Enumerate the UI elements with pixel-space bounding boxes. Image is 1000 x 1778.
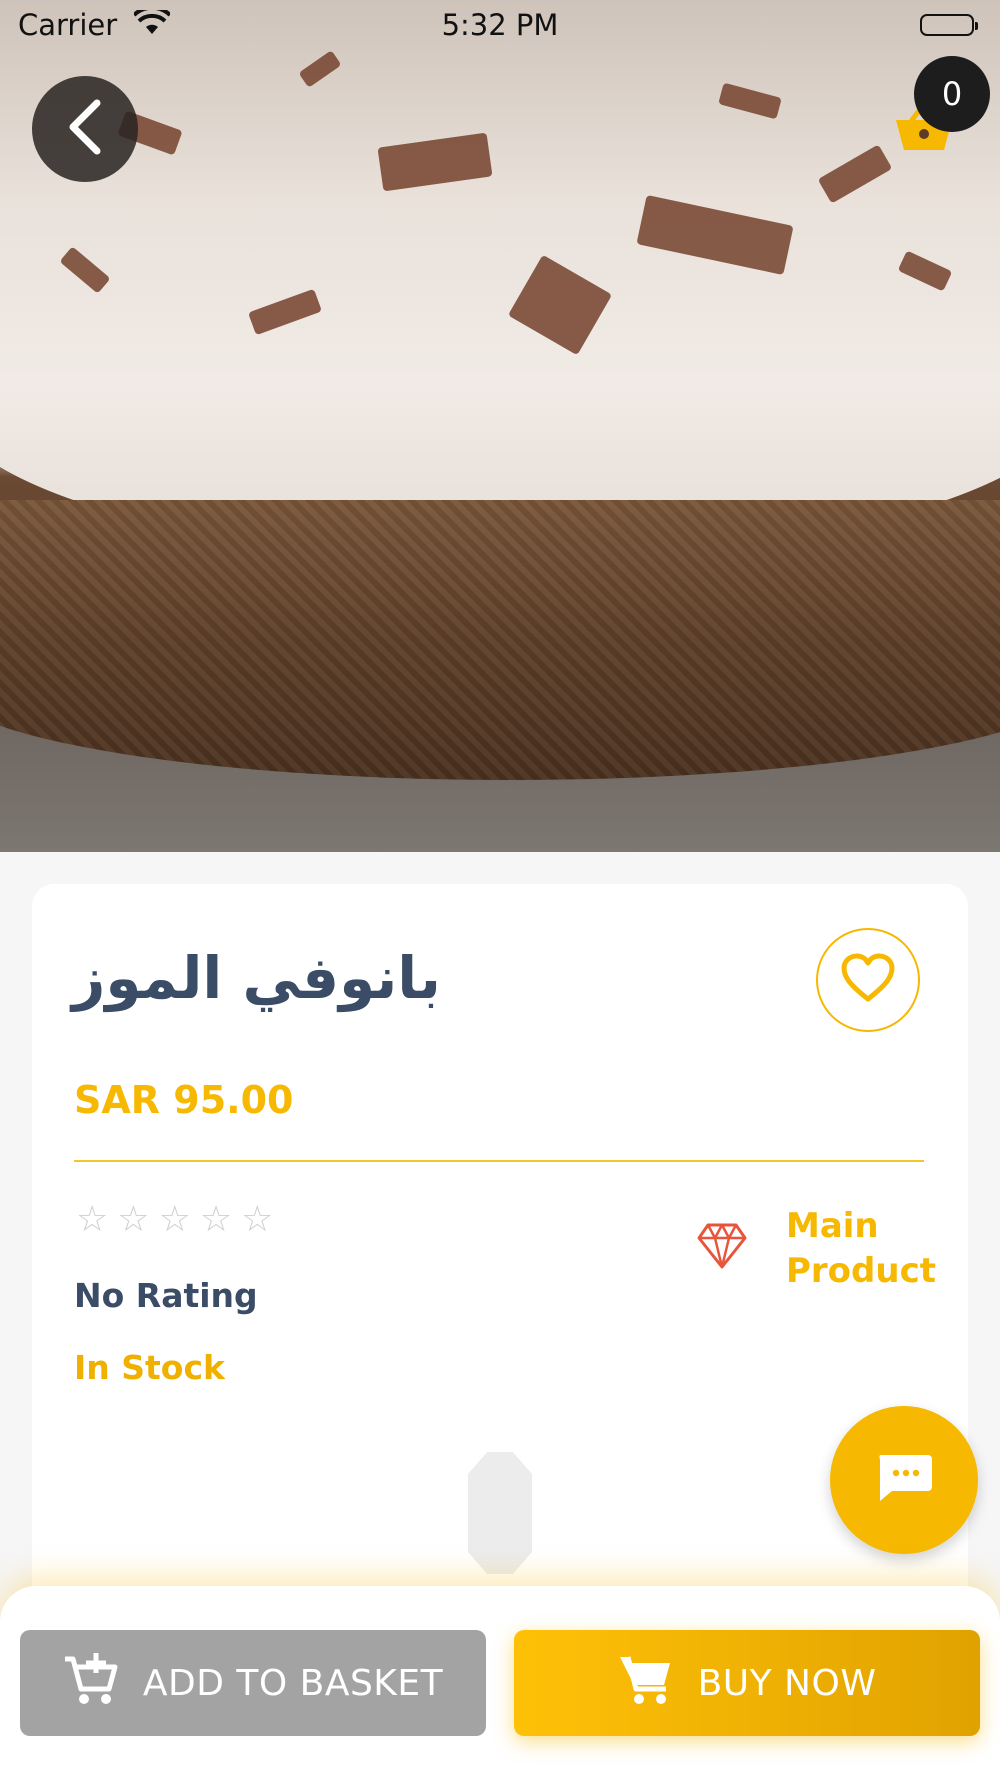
add-to-basket-button[interactable]: ADD TO BASKET [20, 1630, 486, 1736]
product-type-line2: Product [786, 1251, 936, 1291]
chevron-left-icon [65, 99, 105, 159]
bottom-action-bar: ADD TO BASKET BUY NOW [0, 1586, 1000, 1778]
stock-status: In Stock [74, 1348, 225, 1387]
status-time: 5:32 PM [441, 8, 559, 42]
cake-crust-layer [0, 500, 1000, 780]
rating-stars: ☆ ☆ ☆ ☆ ☆ [76, 1202, 273, 1238]
buy-now-label: BUY NOW [697, 1662, 877, 1704]
cart-count-badge[interactable]: 0 [914, 56, 990, 132]
product-details-card: بانوفي الموز SAR 95.00 ☆ ☆ ☆ ☆ ☆ No Rati… [32, 884, 968, 1604]
diamond-icon [696, 1222, 748, 1274]
product-price: SAR 95.00 [74, 1078, 294, 1122]
battery-icon [920, 14, 978, 36]
chat-bubble-icon [874, 1451, 934, 1509]
cart-plus-icon [63, 1651, 119, 1716]
favorite-button[interactable] [816, 928, 920, 1032]
product-image [0, 0, 1000, 852]
star-empty-icon: ☆ [241, 1199, 274, 1240]
chat-button[interactable] [830, 1406, 978, 1554]
cake-cream-layer [0, 0, 1000, 560]
product-title: بانوفي الموز [72, 944, 441, 1012]
star-empty-icon: ☆ [117, 1199, 150, 1240]
product-type-line1: Main [786, 1206, 879, 1246]
status-bar: Carrier 5:32 PM [0, 0, 1000, 54]
add-to-basket-label: ADD TO BASKET [142, 1662, 444, 1704]
heart-icon [840, 953, 896, 1007]
back-button[interactable] [32, 76, 138, 182]
product-type-label: Main Product [786, 1204, 946, 1294]
divider [74, 1160, 924, 1162]
buy-now-button[interactable]: BUY NOW [514, 1630, 980, 1736]
star-empty-icon: ☆ [76, 1199, 109, 1240]
rating-label: No Rating [74, 1276, 258, 1315]
cart-icon [618, 1651, 674, 1716]
scroll-handle[interactable] [468, 1452, 532, 1574]
star-empty-icon: ☆ [199, 1199, 233, 1240]
star-empty-icon: ☆ [158, 1199, 191, 1240]
